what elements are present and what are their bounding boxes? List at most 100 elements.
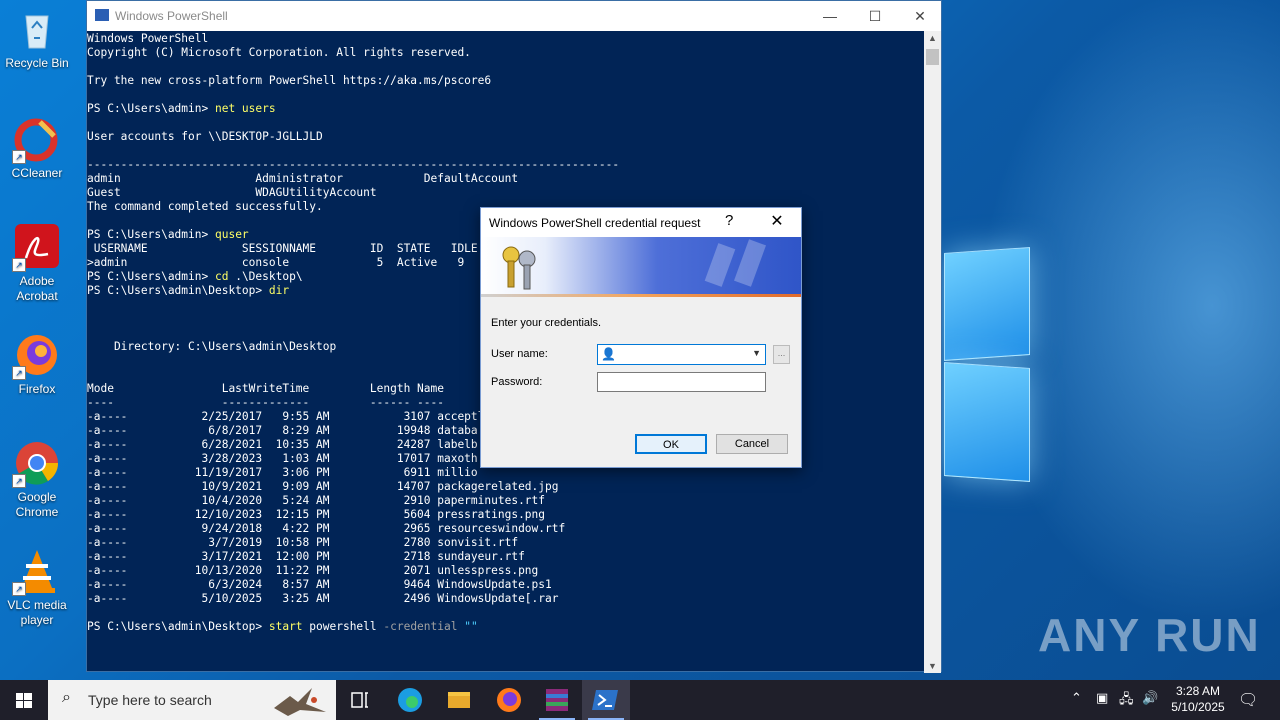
search-highlight-birds-icon	[274, 688, 326, 716]
console-line: Windows PowerShell	[87, 32, 209, 45]
prompt: PS C:\Users\admin>	[87, 270, 215, 283]
powershell-titlebar[interactable]: Windows PowerShell — ☐ ✕	[87, 1, 941, 31]
password-label: Password:	[491, 376, 543, 388]
file-row: -a---- 10/4/2020 5:24 AM 2910 paperminut…	[87, 494, 546, 507]
scroll-down-icon[interactable]: ▼	[924, 661, 941, 671]
user-icon: 👤	[601, 347, 616, 361]
console-line: Guest WDAGUtilityAccount	[87, 186, 377, 199]
search-box[interactable]: ⌕ Type here to search	[48, 680, 336, 720]
console-line: Directory: C:\Users\admin\Desktop	[87, 340, 337, 353]
edge-icon	[398, 688, 422, 712]
command-parameter: -credential	[383, 620, 458, 633]
task-view-icon	[351, 692, 368, 708]
console-line: Copyright (C) Microsoft Corporation. All…	[87, 46, 471, 59]
desktop-icon-label: CCleaner	[11, 166, 63, 180]
dialog-close-button[interactable]: ✕	[767, 211, 787, 231]
username-combobox[interactable]: 👤 ▼	[597, 344, 766, 365]
minimize-button[interactable]: —	[807, 1, 853, 31]
command: dir	[268, 284, 290, 297]
console-line: Try the new cross-platform PowerShell ht…	[87, 74, 492, 87]
taskbar-winrar[interactable]	[533, 680, 581, 720]
scroll-up-icon[interactable]: ▲	[924, 33, 941, 43]
separator: ----------------------------------------…	[87, 158, 620, 171]
shortcut-arrow-icon: ↗	[12, 258, 26, 272]
banner-stripe	[481, 294, 801, 297]
browse-users-button[interactable]: ...	[773, 345, 790, 364]
command-arg: .\Desktop\	[228, 270, 303, 283]
volume-icon[interactable]: 🔊	[1142, 690, 1158, 706]
console-line: The command completed successfully.	[87, 200, 323, 213]
ok-button[interactable]: OK	[635, 434, 707, 454]
file-row: -a---- 5/10/2025 3:25 AM 2496 WindowsUpd…	[87, 592, 559, 605]
dialog-titlebar[interactable]: Windows PowerShell credential request ? …	[481, 208, 801, 237]
shortcut-arrow-icon: ↗	[12, 366, 26, 380]
task-view-button[interactable]	[336, 680, 384, 720]
vertical-scrollbar[interactable]: ▲ ▼	[924, 31, 941, 673]
shortcut-arrow-icon: ↗	[12, 474, 26, 488]
dialog-prompt: Enter your credentials.	[491, 317, 602, 329]
desktop-icon-adobe-acrobat[interactable]: ↗ Adobe Acrobat	[4, 224, 70, 304]
chevron-down-icon[interactable]: ▼	[752, 348, 761, 358]
table-header-separator: ---- ------------- ------ ----	[87, 396, 444, 409]
anyrun-watermark: ANY RUN	[1038, 609, 1261, 661]
adobe-acrobat-icon: ↗	[12, 224, 60, 272]
file-row: -a---- 3/17/2021 12:00 PM 2718 sundayeur…	[87, 550, 525, 563]
username-label: User name:	[491, 348, 548, 360]
vlc-icon: ↗	[12, 548, 60, 596]
file-row: -a---- 3/7/2019 10:58 PM 2780 sonvisit.r…	[87, 536, 519, 549]
recycle-bin-icon	[14, 6, 60, 52]
clock[interactable]: 3:28 AM 5/10/2025	[1160, 683, 1236, 715]
command: net users	[214, 102, 276, 115]
desktop-icon-vlc[interactable]: ↗ VLC media player	[4, 548, 70, 628]
close-button[interactable]: ✕	[897, 1, 943, 31]
search-placeholder: Type here to search	[88, 692, 212, 708]
file-row: -a---- 10/9/2021 9:09 AM 14707 packagere…	[87, 480, 559, 493]
search-icon: ⌕	[62, 689, 71, 706]
file-row: -a---- 3/28/2023 1:03 AM 17017 maxoth	[87, 452, 478, 465]
dialog-title: Windows PowerShell credential request	[489, 216, 701, 230]
password-field[interactable]	[597, 372, 766, 392]
desktop-icon-google-chrome[interactable]: ↗ Google Chrome	[4, 440, 70, 520]
firefox-icon: ↗	[12, 332, 60, 380]
scroll-thumb[interactable]	[926, 49, 939, 65]
taskbar-firefox[interactable]	[485, 680, 533, 720]
start-button[interactable]	[0, 680, 48, 720]
show-hidden-icons-chevron-up-icon[interactable]: ⌃	[1071, 690, 1082, 706]
shortcut-arrow-icon: ↗	[12, 150, 26, 164]
file-row: -a---- 12/10/2023 12:15 PM 5604 pressrat…	[87, 508, 546, 521]
desktop-icon-label: Recycle Bin	[5, 56, 69, 70]
maximize-button[interactable]: ☐	[852, 1, 898, 31]
firefox-icon	[497, 688, 521, 712]
credential-dialog[interactable]: Windows PowerShell credential request ? …	[480, 207, 802, 468]
file-row: -a---- 10/13/2020 11:22 PM 2071 unlesspr…	[87, 564, 539, 577]
windows-icon	[16, 693, 32, 708]
clock-date: 5/10/2025	[1171, 700, 1225, 714]
network-icon[interactable]: 🖧	[1119, 690, 1134, 712]
desktop-icon-ccleaner[interactable]: ↗ CCleaner	[4, 116, 70, 181]
taskbar-powershell[interactable]	[582, 680, 630, 720]
prompt: PS C:\Users\admin\Desktop>	[87, 284, 269, 297]
command-string: ""	[457, 620, 478, 633]
cancel-button[interactable]: Cancel	[716, 434, 788, 454]
file-row: -a---- 6/8/2017 8:29 AM 19948 databa	[87, 424, 478, 437]
device-icon[interactable]: ▣	[1096, 690, 1108, 706]
prompt: PS C:\Users\admin>	[87, 102, 215, 115]
file-row: -a---- 11/19/2017 3:06 PM 6911 millio	[87, 466, 478, 479]
powershell-icon	[592, 690, 618, 710]
shortcut-arrow-icon: ↗	[12, 582, 26, 596]
help-button[interactable]: ?	[725, 212, 739, 229]
powershell-icon	[95, 9, 109, 21]
desktop-icon-recycle-bin[interactable]: Recycle Bin	[4, 6, 70, 71]
desktop-icon-firefox[interactable]: ↗ Firefox	[4, 332, 70, 397]
command-arg: powershell	[302, 620, 384, 633]
notifications-icon[interactable]: 🗨	[1238, 690, 1258, 710]
file-row: -a---- 9/24/2018 4:22 PM 2965 resourcesw…	[87, 522, 566, 535]
winrar-icon	[546, 689, 568, 711]
console-line: admin Administrator DefaultAccount	[87, 172, 519, 185]
keys-icon	[502, 239, 766, 290]
taskbar-file-explorer[interactable]	[435, 680, 483, 720]
taskbar-edge[interactable]	[386, 680, 434, 720]
ccleaner-icon: ↗	[12, 116, 60, 164]
desktop-icon-label: Adobe Acrobat	[16, 274, 58, 303]
clock-time: 3:28 AM	[1175, 684, 1221, 698]
